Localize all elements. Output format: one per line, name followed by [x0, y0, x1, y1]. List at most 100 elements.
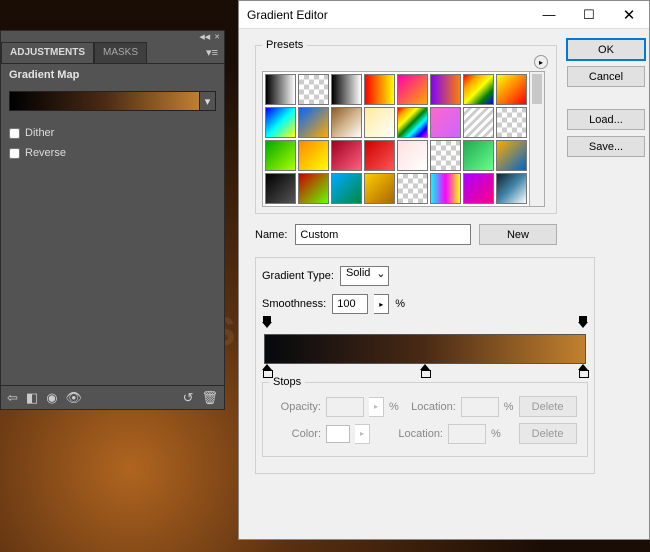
trash-icon[interactable]: 🗑 [201, 390, 218, 406]
smoothness-spinner-icon[interactable]: ▸ [374, 294, 389, 314]
preset-swatch[interactable] [364, 74, 395, 105]
preset-swatch[interactable] [496, 173, 527, 204]
color-stop-label: Color: [273, 428, 321, 440]
name-input[interactable] [295, 224, 471, 245]
tab-masks[interactable]: MASKS [94, 42, 147, 63]
presets-legend: Presets [262, 39, 307, 51]
preset-swatch[interactable] [298, 173, 329, 204]
preset-swatch[interactable] [331, 173, 362, 204]
color-stop-1[interactable] [262, 364, 272, 376]
gradient-bar[interactable] [264, 334, 586, 364]
tab-adjustments[interactable]: ADJUSTMENTS [1, 42, 94, 63]
visibility-icon[interactable]: ◉ [46, 390, 57, 406]
preset-swatch[interactable] [265, 74, 296, 105]
save-button[interactable]: Save... [567, 136, 645, 157]
preset-swatch[interactable] [364, 140, 395, 171]
opacity-location-input [461, 397, 499, 417]
minimize-button[interactable]: — [529, 1, 569, 29]
opacity-spinner-icon: ▸ [369, 397, 384, 417]
preset-swatch[interactable] [331, 107, 362, 138]
dither-checkbox-row[interactable]: Dither [1, 123, 224, 143]
opacity-stop-label: Opacity: [273, 401, 321, 413]
panel-collapse-bar[interactable]: ◀◀ ✕ [1, 31, 224, 42]
ok-button[interactable]: OK [567, 39, 645, 60]
gradient-type-label: Gradient Type: [262, 270, 334, 282]
opacity-stop-left[interactable] [262, 322, 272, 334]
preset-swatch[interactable] [331, 140, 362, 171]
dialog-titlebar[interactable]: Gradient Editor — ☐ ✕ [239, 1, 649, 29]
preset-swatch[interactable] [430, 107, 461, 138]
cancel-button[interactable]: Cancel [567, 66, 645, 87]
presets-scrollbar[interactable] [530, 71, 545, 207]
preset-swatch[interactable] [463, 74, 494, 105]
preset-swatch[interactable] [430, 140, 461, 171]
preset-swatch[interactable] [430, 74, 461, 105]
back-arrow-icon[interactable]: ⇦ [7, 390, 18, 406]
gradient-bar-editor[interactable] [262, 322, 588, 376]
preset-swatch[interactable] [397, 140, 428, 171]
opacity-stop-right[interactable] [578, 322, 588, 334]
name-label: Name: [255, 229, 287, 241]
presets-fieldset: Presets ▸ [255, 39, 557, 214]
color-stop-2[interactable] [420, 364, 430, 376]
color-location-input [448, 424, 486, 444]
stops-fieldset: Stops Opacity: ▸ % Location: % Delete Co… [262, 376, 588, 457]
panel-menu-icon[interactable]: ▾≡ [200, 42, 224, 63]
gradient-type-select[interactable]: Solid [340, 266, 389, 286]
view-previous-icon[interactable]: 👁 [66, 390, 83, 406]
reverse-checkbox-row[interactable]: Reverse [1, 143, 224, 163]
presets-legend-text: Presets [266, 39, 303, 51]
presets-menu-icon[interactable]: ▸ [534, 55, 548, 69]
smoothness-label: Smoothness: [262, 298, 326, 310]
preset-swatch[interactable] [397, 107, 428, 138]
preset-swatch[interactable] [364, 107, 395, 138]
smoothness-input[interactable] [332, 294, 368, 314]
opacity-unit: % [389, 401, 399, 413]
preset-swatch[interactable] [496, 140, 527, 171]
preset-swatch[interactable] [265, 173, 296, 204]
color-picker-icon: ▸ [355, 424, 370, 444]
preset-swatch[interactable] [298, 74, 329, 105]
preset-swatch[interactable] [430, 173, 461, 204]
color-location-label: Location: [391, 428, 443, 440]
preset-swatch[interactable] [298, 107, 329, 138]
preset-swatch[interactable] [298, 140, 329, 171]
panel-footer: ⇦ ◧ ◉ 👁 ↺ 🗑 [1, 385, 224, 409]
gradient-dropdown-icon[interactable]: ▾ [200, 91, 216, 111]
preset-swatch[interactable] [397, 74, 428, 105]
adjustment-title: Gradient Map [1, 64, 224, 91]
dither-checkbox[interactable] [9, 128, 20, 139]
gradient-settings-fieldset: Gradient Type: Solid Smoothness: ▸ % [255, 257, 595, 474]
color-stop-3[interactable] [578, 364, 588, 376]
adjustments-panel: ◀◀✕ ADJUSTMENTS MASKS ▾≡ Gradient Map ▾ … [0, 30, 225, 410]
close-panel-icon[interactable]: ✕ [214, 33, 220, 41]
close-button[interactable]: ✕ [609, 1, 649, 29]
preset-swatch[interactable] [265, 140, 296, 171]
reverse-checkbox[interactable] [9, 148, 20, 159]
load-button[interactable]: Load... [567, 109, 645, 130]
preset-swatch[interactable] [397, 173, 428, 204]
preset-swatch[interactable] [331, 74, 362, 105]
collapse-icon: ◀◀ [199, 33, 210, 41]
gradient-preview[interactable] [9, 91, 200, 111]
adjustment-target-icon[interactable]: ◧ [26, 390, 38, 406]
reset-icon[interactable]: ↺ [183, 390, 194, 406]
preset-swatch[interactable] [364, 173, 395, 204]
preset-swatch[interactable] [463, 173, 494, 204]
smoothness-unit: % [395, 298, 405, 310]
color-swatch [326, 425, 350, 443]
preset-swatch[interactable] [463, 107, 494, 138]
new-button[interactable]: New [479, 224, 557, 245]
dialog-title: Gradient Editor [247, 8, 529, 22]
color-location-unit: % [491, 428, 501, 440]
preset-swatch[interactable] [496, 74, 527, 105]
preset-swatch[interactable] [265, 107, 296, 138]
opacity-input [326, 397, 364, 417]
maximize-button[interactable]: ☐ [569, 1, 609, 29]
dither-label: Dither [25, 127, 54, 139]
stops-legend: Stops [269, 376, 305, 388]
preset-swatch[interactable] [496, 107, 527, 138]
preset-swatch[interactable] [463, 140, 494, 171]
gradient-editor-dialog: Gradient Editor — ☐ ✕ Presets ▸ Name: Ne… [238, 0, 650, 540]
panel-tabs: ADJUSTMENTS MASKS ▾≡ [1, 42, 224, 64]
